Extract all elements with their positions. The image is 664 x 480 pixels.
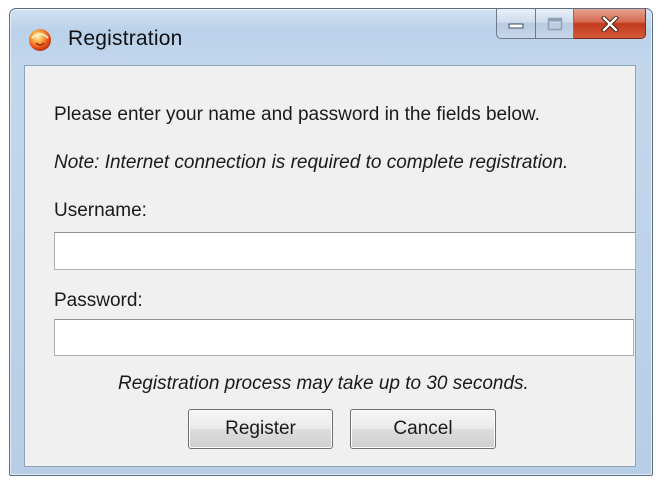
maximize-button[interactable] — [536, 9, 574, 39]
dialog-content: Please enter your name and password in t… — [24, 65, 636, 467]
duration-note-text: Registration process may take up to 30 s… — [118, 373, 529, 394]
username-label: Username: — [54, 200, 147, 221]
register-button[interactable]: Register — [188, 409, 333, 449]
app-icon — [29, 29, 51, 51]
close-button[interactable] — [574, 9, 646, 39]
internet-note-text: Note: Internet connection is required to… — [54, 152, 569, 173]
registration-window: Registration Please enter your name and … — [9, 8, 653, 476]
password-label: Password: — [54, 290, 143, 311]
window-title: Registration — [68, 27, 183, 50]
minimize-icon — [508, 23, 524, 28]
caption-buttons — [496, 9, 646, 40]
password-input[interactable] — [54, 319, 634, 356]
username-input[interactable] — [54, 232, 636, 270]
instruction-text: Please enter your name and password in t… — [54, 104, 540, 125]
title-bar[interactable]: Registration — [10, 9, 652, 65]
minimize-button[interactable] — [496, 9, 536, 39]
close-icon — [600, 15, 619, 32]
maximize-icon — [547, 17, 562, 30]
cancel-button[interactable]: Cancel — [350, 409, 496, 449]
